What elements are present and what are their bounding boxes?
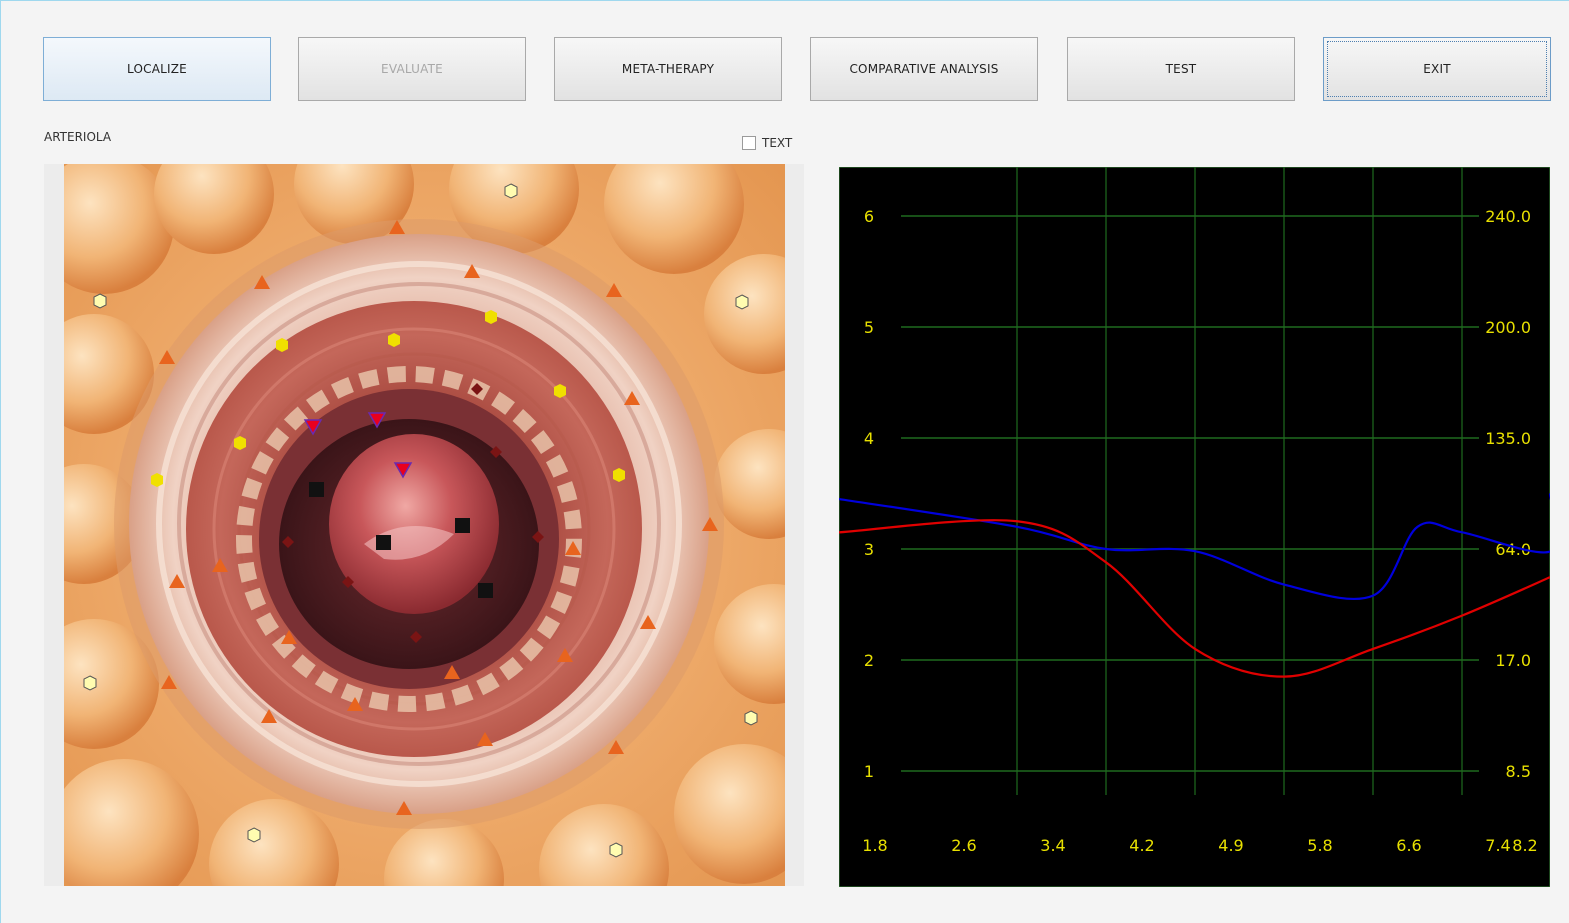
text-checkbox[interactable] [742, 136, 756, 150]
y-tick-left: 3 [864, 540, 874, 559]
y-tick-left: 1 [864, 762, 874, 781]
y-tick-left: 4 [864, 429, 874, 448]
y-tick-right: 135.0 [1485, 429, 1531, 448]
y-tick-right: 8.5 [1506, 762, 1531, 781]
x-tick: 2.6 [951, 836, 976, 855]
y-tick-left: 5 [864, 318, 874, 337]
evaluate-button[interactable]: EVALUATE [298, 37, 526, 101]
comparative-analysis-button[interactable]: COMPARATIVE ANALYSIS [810, 37, 1038, 101]
meta-therapy-button[interactable]: META-THERAPY [554, 37, 782, 101]
frequency-chart: 654321240.0200.0135.064.017.08.51.8 2.6 3.… [839, 167, 1550, 887]
x-tick: 1.8 [862, 836, 887, 855]
anatomy-image-panel [44, 164, 804, 886]
x-tick: 4.2 [1129, 836, 1154, 855]
x-tick: 6.6 [1396, 836, 1421, 855]
y-tick-left: 6 [864, 207, 874, 226]
y-tick-right: 17.0 [1495, 651, 1531, 670]
test-button[interactable]: TEST [1067, 37, 1295, 101]
text-toggle[interactable]: TEXT [742, 136, 792, 150]
exit-button[interactable]: EXIT [1323, 37, 1551, 101]
x-tick: 5.8 [1307, 836, 1332, 855]
x-tick: 7.4 [1485, 836, 1510, 855]
localize-button[interactable]: LOCALIZE [43, 37, 271, 101]
app-window: LOCALIZE EVALUATE META-THERAPY COMPARATI… [0, 0, 1569, 923]
y-tick-right: 200.0 [1485, 318, 1531, 337]
arteriole-cross-section-image[interactable] [64, 164, 785, 886]
y-tick-right: 240.0 [1485, 207, 1531, 226]
x-tick: 4.9 [1218, 836, 1243, 855]
y-tick-left: 2 [864, 651, 874, 670]
section-title: ARTERIOLA [44, 130, 112, 144]
x-tick: 3.4 [1040, 836, 1065, 855]
text-toggle-label: TEXT [762, 136, 793, 150]
x-tick: 8.2 [1512, 836, 1537, 855]
